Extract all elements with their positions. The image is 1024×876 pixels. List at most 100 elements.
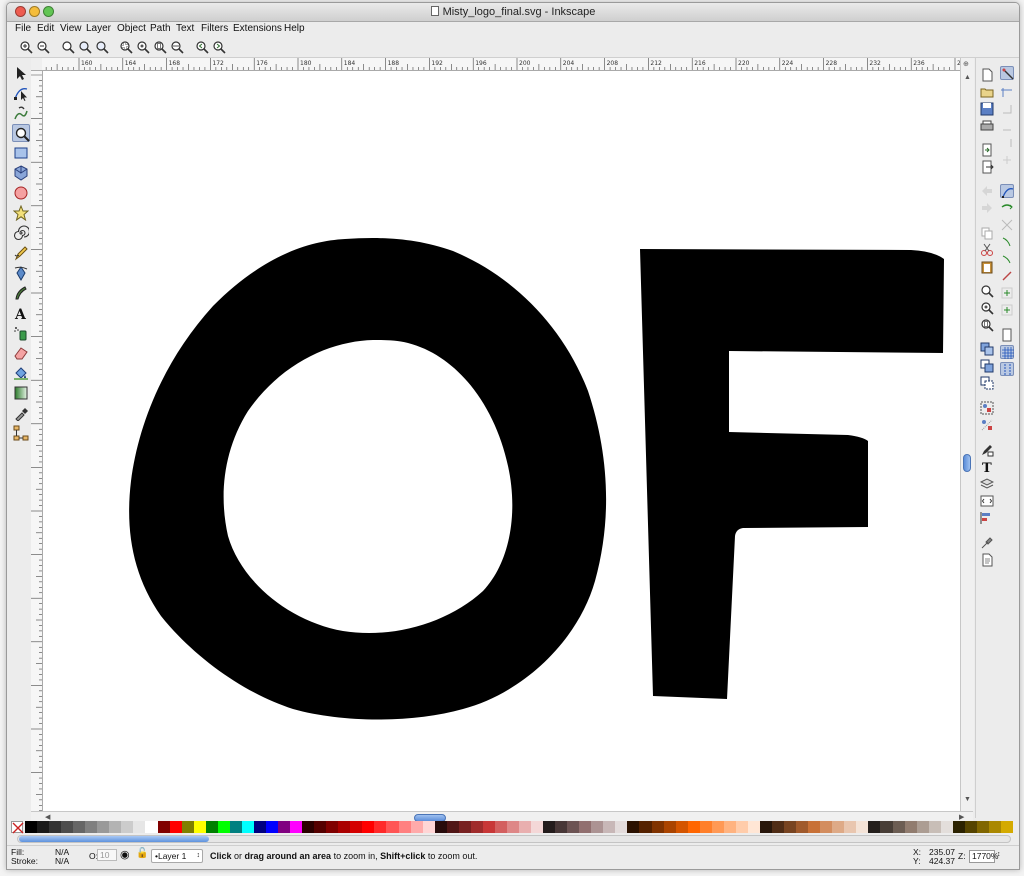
palette-swatch[interactable] — [253, 821, 267, 833]
opacity-field[interactable]: 10 — [97, 849, 117, 861]
palette-swatch[interactable] — [519, 821, 532, 833]
zoom-previous-icon[interactable] — [195, 40, 209, 54]
palette-swatch[interactable] — [772, 821, 785, 833]
vertical-scrollbar[interactable]: ⊕ ▲ ▼ — [960, 58, 974, 811]
rectangle-tool-icon[interactable] — [12, 144, 30, 162]
unlink-clone-icon[interactable] — [980, 376, 994, 390]
palette-swatch[interactable] — [784, 821, 797, 833]
group-icon[interactable] — [980, 401, 994, 415]
glyph-letter-f[interactable] — [640, 249, 944, 699]
snap-page-icon[interactable] — [1000, 328, 1014, 342]
palette-swatch[interactable] — [976, 821, 990, 833]
zoom-page-cmd-icon[interactable] — [980, 318, 994, 332]
menu-text[interactable]: Text — [176, 23, 194, 34]
palette-swatch[interactable] — [687, 821, 701, 833]
document-properties-icon[interactable] — [980, 553, 994, 567]
layer-lock-icon[interactable]: 🔓 — [136, 848, 148, 859]
palette-swatch[interactable] — [482, 821, 496, 833]
scroll-down-icon[interactable]: ▼ — [964, 796, 971, 803]
snap-enable-icon[interactable] — [1000, 66, 1014, 80]
palette-swatch[interactable] — [747, 821, 761, 833]
palette-swatch[interactable] — [868, 821, 881, 833]
palette-swatch[interactable] — [759, 821, 773, 833]
palette-swatch[interactable] — [928, 821, 942, 833]
scroll-up-icon[interactable]: ▲ — [964, 74, 971, 81]
duplicate-icon[interactable] — [980, 342, 994, 356]
palette-swatch[interactable] — [808, 821, 821, 833]
snap-guides-icon[interactable] — [1000, 362, 1014, 376]
palette-swatch[interactable] — [302, 821, 315, 833]
calligraphy-tool-icon[interactable] — [12, 284, 30, 302]
zoom-2-1-icon[interactable] — [95, 40, 109, 54]
zoom-drawing-icon[interactable] — [136, 40, 150, 54]
menu-view[interactable]: View — [60, 23, 82, 34]
menu-path[interactable]: Path — [150, 23, 171, 34]
palette-swatch[interactable] — [988, 821, 1002, 833]
zoom-corner-icon[interactable]: ⊕ — [963, 60, 969, 68]
palette-swatch[interactable] — [531, 821, 544, 833]
palette-swatch[interactable] — [591, 821, 604, 833]
palette-swatch[interactable] — [386, 821, 399, 833]
scroll-right-icon[interactable]: ▶ — [959, 813, 964, 821]
palette-swatch[interactable] — [446, 821, 460, 833]
palette-swatch[interactable] — [49, 821, 62, 833]
palette-swatch[interactable] — [543, 821, 556, 833]
ellipse-tool-icon[interactable] — [12, 184, 30, 202]
palette-swatch[interactable] — [290, 821, 303, 833]
palette-swatch[interactable] — [205, 821, 219, 833]
palette-swatch[interactable] — [796, 821, 809, 833]
palette-swatch[interactable] — [567, 821, 580, 833]
palette-swatch[interactable] — [952, 821, 966, 833]
palette-swatch[interactable] — [217, 821, 231, 833]
zoom-next-icon[interactable] — [212, 40, 226, 54]
palette-swatch[interactable] — [1000, 821, 1014, 833]
layer-dropdown[interactable]: •Layer 1 ↕ — [151, 849, 203, 863]
palette-swatch[interactable] — [723, 821, 737, 833]
palette-swatch[interactable] — [193, 821, 207, 833]
palette-swatch[interactable] — [940, 821, 954, 833]
stroke-value[interactable]: N/A — [55, 856, 69, 866]
palette-swatch[interactable] — [832, 821, 845, 833]
palette-swatch[interactable] — [121, 821, 134, 833]
palette-swatch[interactable] — [73, 821, 86, 833]
palette-swatch[interactable] — [265, 821, 279, 833]
palette-swatch[interactable] — [735, 821, 749, 833]
snap-page-border-icon[interactable] — [1000, 303, 1014, 317]
palette-swatch[interactable] — [615, 821, 628, 833]
palette-swatch[interactable] — [579, 821, 592, 833]
palette-swatch[interactable] — [494, 821, 508, 833]
palette-swatch[interactable] — [37, 821, 50, 833]
copy-icon[interactable] — [980, 226, 994, 240]
zoom-spinner-icon[interactable]: ↕ — [997, 851, 1001, 858]
palette-swatch[interactable] — [338, 821, 351, 833]
palette-swatch[interactable] — [229, 821, 243, 833]
menu-edit[interactable]: Edit — [37, 23, 54, 34]
snap-intersections-icon[interactable] — [1000, 218, 1014, 232]
palette-swatch[interactable] — [892, 821, 906, 833]
snap-bbox-edges-icon[interactable] — [1000, 102, 1014, 116]
palette-swatch[interactable] — [133, 821, 146, 833]
palette-swatch[interactable] — [458, 821, 472, 833]
paste-icon[interactable] — [980, 260, 994, 274]
palette-swatch[interactable] — [157, 821, 171, 833]
zoom-page-width-icon[interactable] — [170, 40, 184, 54]
palette-swatch[interactable] — [350, 821, 363, 833]
zoom-1-2-icon[interactable] — [78, 40, 92, 54]
menu-file[interactable]: File — [15, 23, 31, 34]
selector-tool-icon[interactable] — [12, 64, 30, 82]
menu-object[interactable]: Object — [117, 23, 146, 34]
clone-icon[interactable] — [980, 359, 994, 373]
open-document-icon[interactable] — [980, 85, 994, 99]
palette-swatch[interactable] — [627, 821, 640, 833]
snap-bbox-corners-icon[interactable] — [1000, 119, 1014, 133]
left-ruler[interactable] — [31, 71, 43, 811]
fill-stroke-icon[interactable] — [980, 443, 994, 457]
eraser-tool-icon[interactable] — [12, 344, 30, 362]
undo-icon[interactable] — [980, 184, 994, 198]
palette-swatch[interactable] — [109, 821, 122, 833]
export-icon[interactable] — [980, 160, 994, 174]
menu-filters[interactable]: Filters — [201, 23, 228, 34]
menu-help[interactable]: Help — [284, 23, 305, 34]
text-font-icon[interactable]: T — [980, 460, 994, 474]
palette-swatch[interactable] — [639, 821, 653, 833]
